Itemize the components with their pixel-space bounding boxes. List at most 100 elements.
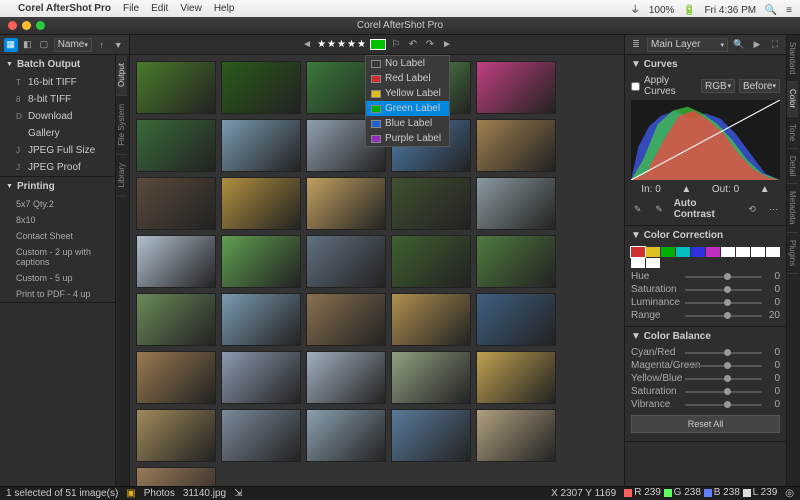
thumbnail[interactable] bbox=[476, 409, 556, 462]
reset-all-button[interactable]: Reset All bbox=[631, 415, 780, 433]
thumbnails-view-icon[interactable]: ▦ bbox=[4, 38, 18, 52]
layers-icon[interactable]: ≣ bbox=[629, 38, 643, 52]
thumbnail[interactable] bbox=[221, 235, 301, 288]
search-icon[interactable]: 🔍 bbox=[732, 38, 746, 52]
thumbnail[interactable] bbox=[306, 409, 386, 462]
label-menu-item[interactable]: Yellow Label bbox=[366, 86, 449, 101]
tab-standard[interactable]: Standard bbox=[787, 35, 798, 82]
param-slider[interactable] bbox=[685, 391, 762, 393]
label-menu-item[interactable]: Blue Label bbox=[366, 116, 449, 131]
rotate-cw-icon[interactable]: ↷ bbox=[423, 38, 437, 52]
thumbnail[interactable] bbox=[136, 351, 216, 404]
histogram[interactable] bbox=[631, 100, 780, 180]
tab-output[interactable]: Output bbox=[116, 55, 127, 96]
tab-detail[interactable]: Detail bbox=[787, 149, 798, 184]
zoom-window[interactable] bbox=[36, 21, 45, 30]
color-swatch[interactable] bbox=[751, 247, 765, 257]
thumbnail[interactable] bbox=[476, 119, 556, 172]
color-balance-header[interactable]: ▼ Color Balance bbox=[625, 327, 786, 346]
label-menu-item[interactable]: Red Label bbox=[366, 71, 449, 86]
batch-item[interactable]: JJPEG Full Size bbox=[0, 142, 115, 159]
app-menu[interactable]: Corel AfterShot Pro bbox=[18, 3, 111, 14]
color-swatch[interactable] bbox=[631, 247, 645, 257]
menu-edit[interactable]: Edit bbox=[151, 3, 168, 14]
batch-item[interactable]: JJPEG Proof bbox=[0, 159, 115, 176]
color-swatch[interactable] bbox=[736, 247, 750, 257]
tab-plugins[interactable]: Plugins bbox=[787, 233, 798, 274]
color-swatch[interactable] bbox=[721, 247, 735, 257]
label-menu-item[interactable]: No Label bbox=[366, 56, 449, 71]
thumbnail[interactable] bbox=[391, 293, 471, 346]
param-slider[interactable] bbox=[685, 315, 762, 317]
menu-view[interactable]: View bbox=[180, 3, 202, 14]
batch-item[interactable]: Gallery bbox=[0, 125, 115, 142]
color-swatch[interactable] bbox=[631, 258, 645, 268]
close-window[interactable] bbox=[8, 21, 17, 30]
batch-item[interactable]: T16-bit TIFF bbox=[0, 74, 115, 91]
export-icon[interactable]: ⇲ bbox=[234, 488, 242, 499]
spotlight-icon[interactable]: 🔍 bbox=[765, 5, 777, 16]
filter-icon[interactable]: ▼ bbox=[111, 38, 125, 52]
color-swatch[interactable] bbox=[661, 247, 675, 257]
color-label-button[interactable] bbox=[370, 39, 386, 50]
thumbnail[interactable] bbox=[221, 293, 301, 346]
menu-icon[interactable]: ≡ bbox=[786, 5, 792, 16]
thumbnail[interactable] bbox=[136, 235, 216, 288]
color-swatch[interactable] bbox=[676, 247, 690, 257]
thumbnail[interactable] bbox=[391, 351, 471, 404]
thumbnail[interactable] bbox=[391, 235, 471, 288]
printing-item[interactable]: 5x7 Qty.2 bbox=[0, 196, 115, 212]
thumbnail[interactable] bbox=[221, 119, 301, 172]
thumbnail[interactable] bbox=[221, 177, 301, 230]
curves-channel-select[interactable]: RGB▾ bbox=[701, 79, 735, 93]
thumbnail[interactable] bbox=[306, 293, 386, 346]
thumbnail[interactable] bbox=[136, 293, 216, 346]
minimize-window[interactable] bbox=[22, 21, 31, 30]
label-menu-item[interactable]: Purple Label bbox=[366, 131, 449, 146]
eyedropper-black-icon[interactable]: ✎ bbox=[631, 202, 644, 216]
thumbnail[interactable] bbox=[136, 119, 216, 172]
param-slider[interactable] bbox=[685, 289, 762, 291]
eyedropper-grey-icon[interactable]: ✎ bbox=[652, 202, 665, 216]
sort-asc-icon[interactable]: ↑ bbox=[95, 38, 109, 52]
slideshow-icon[interactable]: ▶ bbox=[750, 38, 764, 52]
printing-item[interactable]: Print to PDF - 4 up bbox=[0, 286, 115, 302]
zoom-icon[interactable]: ◎ bbox=[785, 488, 794, 499]
curves-more-icon[interactable]: ⋯ bbox=[767, 202, 780, 216]
tab-metadata[interactable]: Metadata bbox=[787, 184, 798, 232]
color-correction-header[interactable]: ▼ Color Correction bbox=[625, 226, 786, 245]
thumbnail[interactable] bbox=[476, 61, 556, 114]
rotate-ccw-icon[interactable]: ↶ bbox=[406, 38, 420, 52]
thumbnail[interactable] bbox=[221, 351, 301, 404]
color-swatch[interactable] bbox=[706, 247, 720, 257]
curves-compare-select[interactable]: Before▾ bbox=[739, 79, 780, 93]
printing-item[interactable]: Custom - 2 up with captions bbox=[0, 244, 115, 270]
color-swatch[interactable] bbox=[646, 247, 660, 257]
thumbnail[interactable] bbox=[221, 409, 301, 462]
thumbnail[interactable] bbox=[476, 177, 556, 230]
menu-help[interactable]: Help bbox=[214, 3, 235, 14]
color-swatches[interactable] bbox=[625, 245, 786, 270]
auto-contrast-button[interactable]: Auto Contrast bbox=[674, 198, 738, 220]
param-slider[interactable] bbox=[685, 404, 762, 406]
thumbnail[interactable] bbox=[136, 467, 216, 486]
tab-file-system[interactable]: File System bbox=[116, 96, 127, 155]
label-menu-item[interactable]: Green Label bbox=[366, 101, 449, 116]
next-icon[interactable]: ► bbox=[440, 38, 454, 52]
thumbnail[interactable] bbox=[391, 177, 471, 230]
thumbnail[interactable] bbox=[476, 293, 556, 346]
param-slider[interactable] bbox=[685, 378, 762, 380]
rating-stars[interactable]: ★★★★★ bbox=[317, 39, 367, 50]
sort-selector[interactable]: Name▾ bbox=[54, 38, 92, 52]
printing-item[interactable]: 8x10 bbox=[0, 212, 115, 228]
printing-item[interactable]: Contact Sheet bbox=[0, 228, 115, 244]
standard-view-icon[interactable]: ◧ bbox=[21, 38, 35, 52]
apply-curves-checkbox[interactable] bbox=[631, 82, 640, 91]
thumbnail[interactable] bbox=[476, 351, 556, 404]
tag-icon[interactable]: ⚐ bbox=[389, 38, 403, 52]
batch-item[interactable]: DDownload bbox=[0, 108, 115, 125]
param-slider[interactable] bbox=[685, 276, 762, 278]
curves-reset-icon[interactable]: ⟲ bbox=[745, 202, 758, 216]
color-swatch[interactable] bbox=[766, 247, 780, 257]
printing-header[interactable]: ▼Printing bbox=[0, 177, 115, 196]
